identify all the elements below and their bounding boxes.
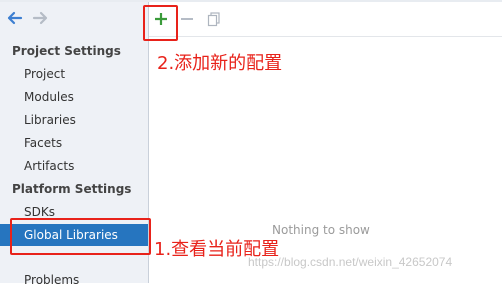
back-arrow-icon[interactable] (7, 10, 25, 26)
navigation-bar (0, 2, 148, 36)
sidebar-item-label: Facets (24, 136, 63, 150)
sidebar-item-label: Project (24, 67, 66, 81)
forward-arrow-icon[interactable] (32, 10, 50, 26)
sidebar-item-facets[interactable]: Facets (0, 132, 148, 154)
annotation-box-add (143, 5, 178, 41)
minus-icon (179, 11, 195, 27)
remove-button[interactable] (179, 11, 195, 27)
sidebar-item-libraries[interactable]: Libraries (0, 109, 148, 131)
copy-button[interactable] (206, 11, 222, 27)
annotation-box-global-libraries (10, 218, 151, 255)
sidebar-item-modules[interactable]: Modules (0, 86, 148, 108)
sidebar-item-label: Artifacts (24, 159, 75, 173)
sidebar-item-project[interactable]: Project (0, 63, 148, 85)
sidebar-item-problems[interactable]: Problems (0, 269, 148, 291)
annotation-add-config: 2.添加新的配置 (157, 53, 283, 74)
section-header-project-settings: Project Settings (12, 44, 121, 58)
sidebar-item-label: Problems (24, 273, 80, 287)
sidebar-item-label: Libraries (24, 113, 76, 127)
watermark: https://blog.csdn.net/weixin_42652074 (248, 255, 453, 269)
library-toolbar (149, 2, 502, 37)
section-header-platform-settings: Platform Settings (12, 182, 132, 196)
sidebar-item-artifacts[interactable]: Artifacts (0, 155, 148, 177)
copy-icon (206, 11, 222, 27)
sidebar-item-label: Modules (24, 90, 74, 104)
empty-state-text: Nothing to show (272, 223, 370, 237)
